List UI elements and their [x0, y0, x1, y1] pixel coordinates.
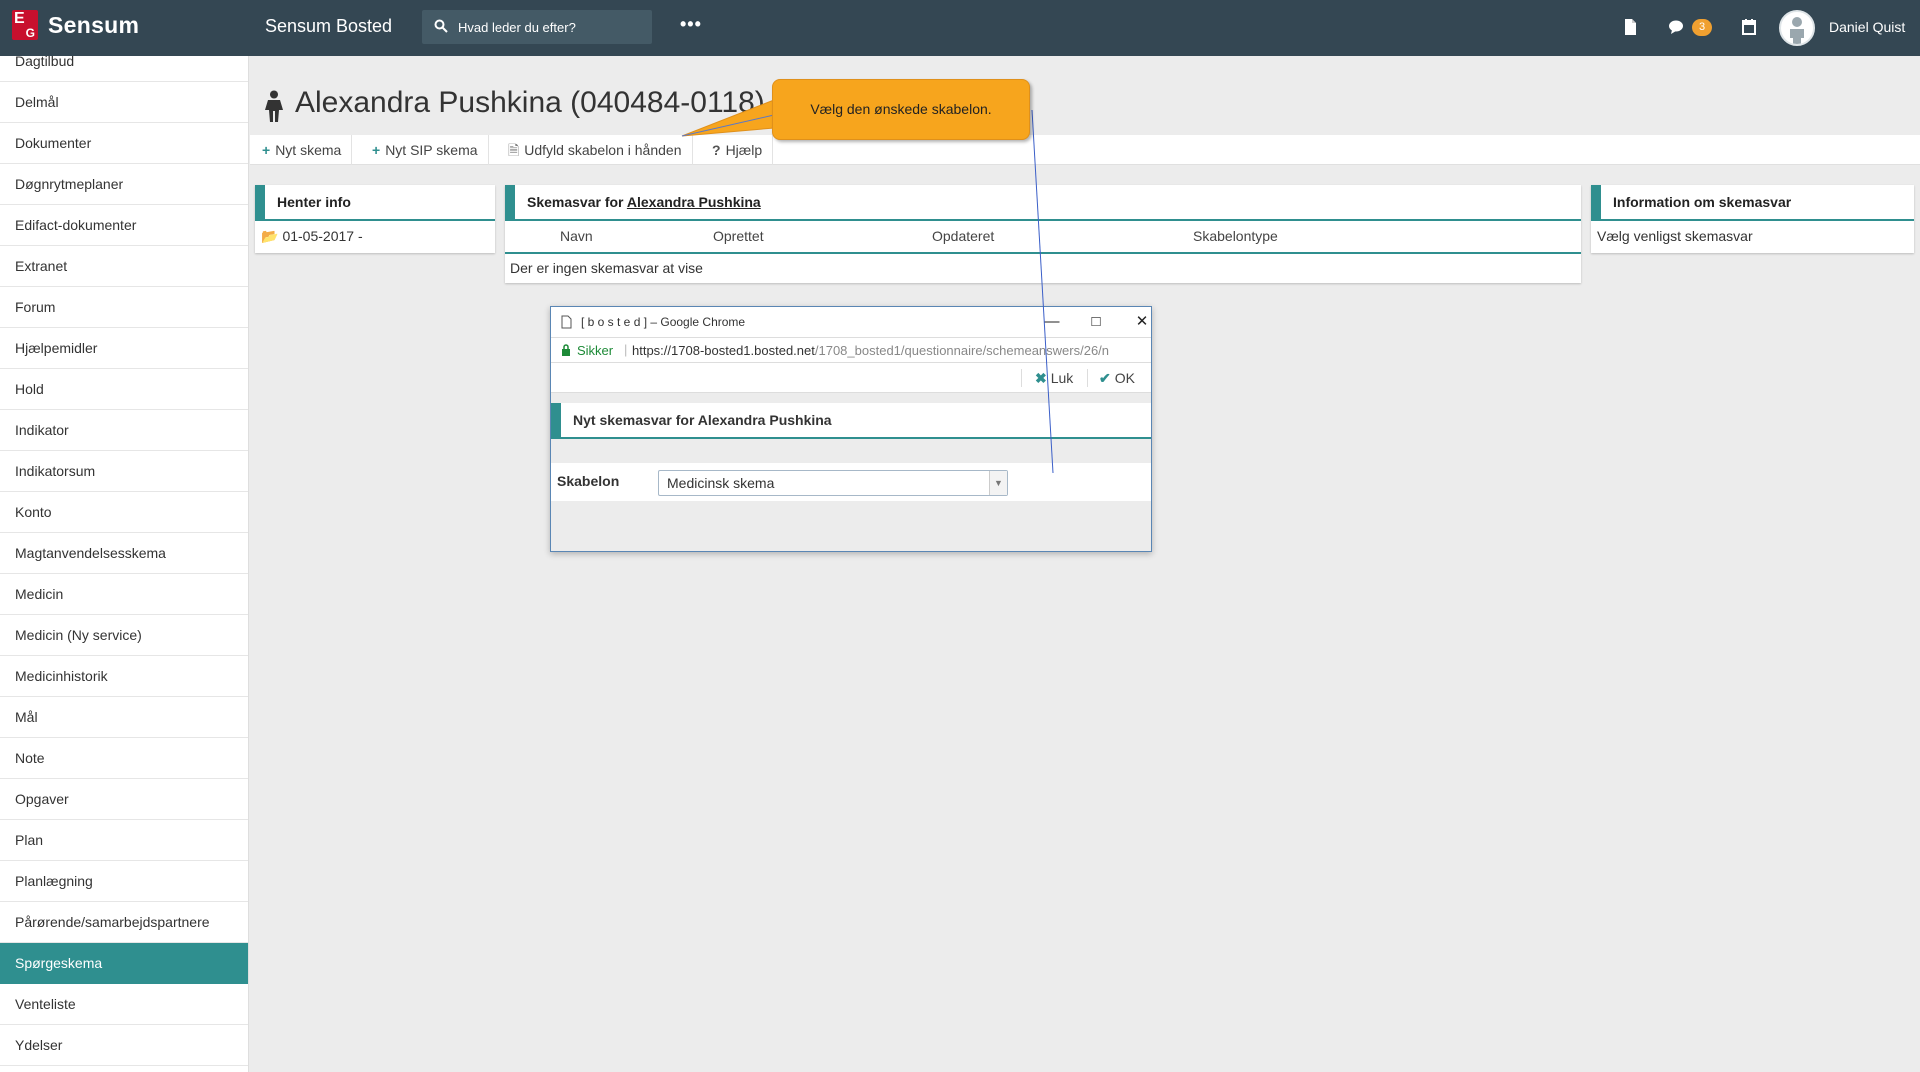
- callout-pointers: [681, 99, 1054, 474]
- tutorial-callout: Vælg den ønskede skabelon.: [772, 79, 1030, 140]
- callout-leader-to-select: [1031, 109, 1054, 474]
